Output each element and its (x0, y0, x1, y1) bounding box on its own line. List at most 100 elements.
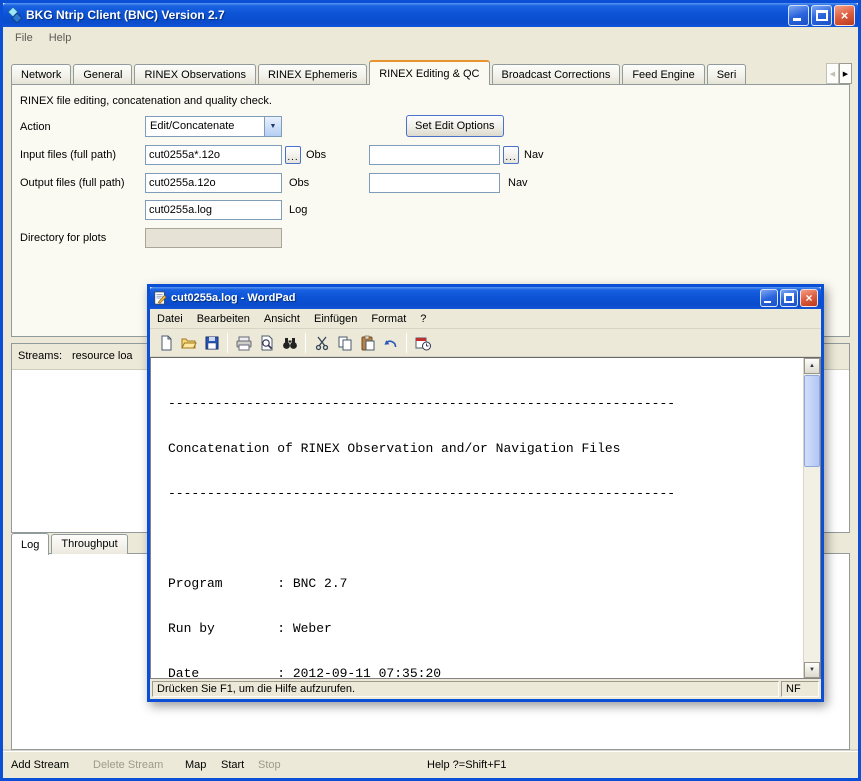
tab-log[interactable]: Log (11, 533, 49, 555)
bnc-app-icon (6, 7, 22, 23)
action-label: Action (20, 121, 51, 133)
scroll-down-button[interactable]: ▼ (804, 662, 820, 678)
browse-input-nav-button[interactable]: ... (503, 146, 519, 164)
print-preview-button[interactable] (255, 332, 278, 354)
menu-ansicht[interactable]: Ansicht (257, 310, 307, 328)
map-button[interactable]: Map (185, 759, 206, 771)
menu-format[interactable]: Format (364, 310, 413, 328)
output-nav-label: Nav (508, 177, 528, 189)
output-obs-field[interactable] (145, 173, 282, 193)
set-edit-options-button[interactable]: Set Edit Options (406, 115, 504, 137)
delete-stream-button: Delete Stream (93, 759, 163, 771)
vertical-scrollbar[interactable]: ▲ ▼ (803, 358, 820, 678)
save-button[interactable] (200, 332, 223, 354)
input-obs-field[interactable] (145, 145, 282, 165)
scroll-up-button[interactable]: ▲ (804, 358, 820, 374)
input-nav-label: Nav (524, 149, 544, 161)
output-files-label: Output files (full path) (20, 177, 125, 189)
print-icon (236, 335, 252, 351)
tab-throughput[interactable]: Throughput (51, 534, 127, 554)
streams-value: resource loa (72, 350, 133, 362)
input-nav-field[interactable] (369, 145, 500, 165)
tab-scroll-right-button[interactable]: ▶ (839, 63, 852, 84)
panel-intro-text: RINEX file editing, concatenation and qu… (20, 95, 272, 107)
minimize-button[interactable] (788, 5, 809, 26)
output-obs-label: Obs (289, 177, 309, 189)
wordpad-titlebar[interactable]: cut0255a.log - WordPad × (150, 287, 821, 309)
print-button[interactable] (232, 332, 255, 354)
menu-datei[interactable]: Datei (150, 310, 190, 328)
new-document-button[interactable] (154, 332, 177, 354)
add-stream-button[interactable]: Add Stream (11, 759, 69, 771)
maximize-icon (784, 293, 794, 303)
main-titlebar[interactable]: BKG Ntrip Client (BNC) Version 2.7 × (3, 3, 858, 27)
close-button[interactable]: × (834, 5, 855, 26)
toolbar-separator (406, 333, 407, 353)
main-menubar: File Help (3, 27, 858, 48)
copy-button[interactable] (333, 332, 356, 354)
log-line: ----------------------------------------… (168, 396, 799, 411)
close-icon: × (805, 292, 812, 304)
log-line: Program : BNC 2.7 (168, 576, 799, 591)
streams-label: Streams: (18, 350, 62, 362)
menu-file[interactable]: File (7, 29, 41, 47)
tab-broadcast-corrections[interactable]: Broadcast Corrections (492, 64, 621, 85)
chevron-down-icon[interactable]: ▼ (264, 117, 281, 136)
output-log-field[interactable] (145, 200, 282, 220)
tab-rinex-observations[interactable]: RINEX Observations (134, 64, 255, 85)
tab-scroll-buttons: ◀ ▶ (826, 63, 852, 84)
menu-help[interactable]: Help (41, 29, 80, 47)
tab-scroll-left-button: ◀ (826, 63, 839, 84)
menu-bearbeiten[interactable]: Bearbeiten (190, 310, 257, 328)
chevron-left-icon: ◀ (830, 70, 835, 78)
tab-general[interactable]: General (73, 64, 132, 85)
save-icon (204, 335, 220, 351)
action-select[interactable]: Edit/Concatenate ▼ (145, 116, 282, 137)
plots-directory-label: Directory for plots (20, 232, 106, 244)
scroll-up-icon: ▲ (809, 363, 815, 369)
browse-input-obs-button[interactable]: ... (285, 146, 301, 164)
wordpad-window: cut0255a.log - WordPad × Datei Bearbeite… (147, 284, 824, 702)
log-line: Date : 2012-09-11 07:35:20 (168, 666, 799, 678)
wordpad-maximize-button[interactable] (780, 289, 798, 307)
output-log-label: Log (289, 204, 307, 216)
tab-rinex-editing-qc[interactable]: RINEX Editing & QC (369, 60, 489, 85)
binoculars-find-icon (282, 335, 298, 351)
maximize-button[interactable] (811, 5, 832, 26)
paste-button[interactable] (356, 332, 379, 354)
new-document-icon (158, 335, 174, 351)
close-icon: × (841, 9, 849, 22)
tab-rinex-ephemeris[interactable]: RINEX Ephemeris (258, 64, 367, 85)
plots-directory-field (145, 228, 282, 248)
output-nav-field[interactable] (369, 173, 500, 193)
tab-network[interactable]: Network (11, 64, 71, 85)
main-window-title: BKG Ntrip Client (BNC) Version 2.7 (26, 8, 788, 22)
document-text: ----------------------------------------… (151, 358, 803, 678)
tab-serial-output[interactable]: Seri (707, 64, 747, 85)
help-shortcut-button[interactable]: Help ?=Shift+F1 (427, 759, 507, 771)
print-preview-icon (259, 335, 275, 351)
status-nf-indicator: NF (781, 681, 819, 697)
start-button[interactable]: Start (221, 759, 244, 771)
find-button[interactable] (278, 332, 301, 354)
open-button[interactable] (177, 332, 200, 354)
menu-hilfe[interactable]: ? (413, 310, 433, 328)
input-files-label: Input files (full path) (20, 149, 116, 161)
insert-datetime-button[interactable] (411, 332, 434, 354)
wordpad-minimize-button[interactable] (760, 289, 778, 307)
status-help-text: Drücken Sie F1, um die Hilfe aufzurufen. (152, 681, 779, 697)
wordpad-toolbar (150, 329, 821, 357)
cut-button[interactable] (310, 332, 333, 354)
undo-button[interactable] (379, 332, 402, 354)
wordpad-close-button[interactable]: × (800, 289, 818, 307)
toolbar-separator (227, 333, 228, 353)
tab-feed-engine[interactable]: Feed Engine (622, 64, 704, 85)
open-folder-icon (181, 335, 197, 351)
action-selected-value: Edit/Concatenate (146, 117, 264, 136)
undo-arrow-icon (383, 335, 399, 351)
scrollbar-thumb[interactable] (804, 375, 820, 467)
wordpad-window-title: cut0255a.log - WordPad (171, 292, 760, 304)
wordpad-menubar: Datei Bearbeiten Ansicht Einfügen Format… (150, 309, 821, 329)
document-area[interactable]: ----------------------------------------… (150, 357, 821, 679)
menu-einfuegen[interactable]: Einfügen (307, 310, 364, 328)
